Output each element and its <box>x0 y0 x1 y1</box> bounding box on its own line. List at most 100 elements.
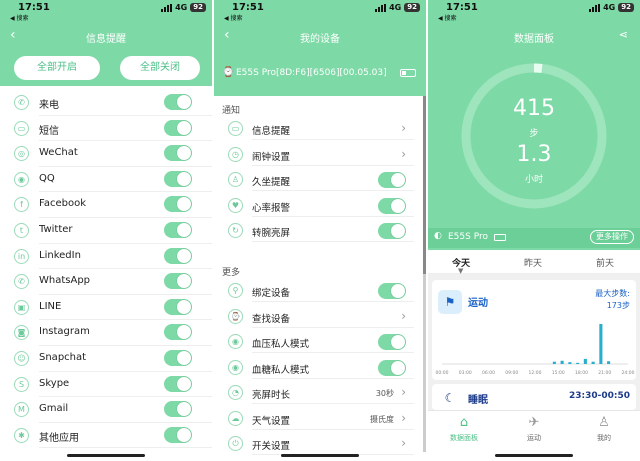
x-tick-label: 00:00 <box>436 370 449 376</box>
x-tick-label: 21:00 <box>598 370 611 376</box>
setting-row[interactable]: ◷ 闹钟设置 › <box>222 144 414 166</box>
setting-row[interactable]: ↻ 转腕亮屏 <box>222 220 414 242</box>
notification-toggle[interactable] <box>164 94 192 110</box>
notification-row[interactable]: ◉ QQ <box>0 167 212 193</box>
notification-toggle[interactable] <box>164 349 192 366</box>
chevron-right-icon: › <box>401 385 406 399</box>
notification-app-label: 其他应用 <box>39 432 79 444</box>
setting-label: 转腕亮屏 <box>252 228 291 239</box>
x-tick-label: 18:00 <box>575 370 588 376</box>
status-back-search[interactable]: ◀ 搜索 <box>224 13 243 22</box>
setting-toggle[interactable] <box>378 359 406 376</box>
watch-icon: ⌚ <box>222 67 235 78</box>
setting-label: 亮屏时长 <box>252 390 291 401</box>
status-back-search[interactable]: ◀ 搜索 <box>438 13 457 22</box>
phone-icon: ✆ <box>14 95 29 110</box>
notification-toggle[interactable] <box>164 375 192 392</box>
weather-icon: ☁ <box>228 410 243 426</box>
notification-toggle[interactable] <box>164 324 192 341</box>
moon-icon: ☾ <box>438 386 462 410</box>
activity-card[interactable]: ⚑ 运动 最大步数: 173步 00:00 03:00 06:00 09:00 12:0… <box>432 280 636 380</box>
panel-divider <box>212 0 214 461</box>
disable-all-button[interactable]: 全部关闭 <box>120 56 200 80</box>
share-icon[interactable]: ⋖ <box>619 28 628 41</box>
row-divider <box>252 301 414 302</box>
setting-toggle[interactable] <box>378 197 406 214</box>
notification-row[interactable]: ☺ Snapchat <box>0 346 212 372</box>
network-label: 4G <box>603 3 616 12</box>
notification-row[interactable]: ◙ Instagram <box>0 320 212 346</box>
section-more-label: 更多 <box>222 268 241 278</box>
notification-toggle[interactable] <box>164 273 192 290</box>
setting-row[interactable]: ⌚ 查找设备 › <box>222 306 414 328</box>
notification-row[interactable]: ✆ WhatsApp <box>0 269 212 295</box>
row-divider <box>252 190 414 191</box>
notification-row[interactable]: ▣ LINE <box>0 295 212 321</box>
setting-label: 天气设置 <box>252 415 291 427</box>
setting-row[interactable]: ◉ 血压私人模式 <box>222 331 414 353</box>
linkedin-icon: in <box>14 248 29 264</box>
notification-row[interactable]: ▭ 短信 <box>0 116 212 142</box>
setting-toggle[interactable] <box>378 223 406 239</box>
setting-row[interactable]: ♙ 久坐提醒 <box>222 169 414 191</box>
setting-row[interactable]: ⏻ 开关设置 › <box>222 433 414 455</box>
notification-toggle[interactable] <box>164 170 192 187</box>
setting-row[interactable]: ◔ 亮屏时长 › 30秒 <box>222 382 414 404</box>
steps-unit: 步 <box>529 129 539 139</box>
enable-all-button[interactable]: 全部开启 <box>14 56 100 80</box>
notification-toggle[interactable] <box>164 221 192 238</box>
notification-row[interactable]: ◎ WeChat <box>0 141 212 167</box>
setting-row[interactable]: ▭ 信息提醒 › <box>222 118 414 140</box>
device-header[interactable]: ⌚ E55S Pro[8D:F6][6506][00.05.03] <box>214 52 426 96</box>
notification-toggle[interactable] <box>164 401 192 418</box>
notification-row[interactable]: ✆ 来电 <box>0 90 212 116</box>
device-name: E55S Pro <box>448 232 488 242</box>
notification-app-list: ✆ 来电 ▭ 短信 ◎ WeChat ◉ QQ f Facebook t Twitter in Linke… <box>0 90 212 449</box>
qq-icon: ◉ <box>14 171 29 187</box>
notification-app-label: Skype <box>39 377 70 389</box>
setting-toggle[interactable] <box>378 334 406 350</box>
status-back-search[interactable]: ◀ 搜索 <box>10 13 29 22</box>
blood-pressure-icon: ◉ <box>228 334 243 349</box>
notification-toggle[interactable] <box>164 119 192 136</box>
wechat-icon: ◎ <box>14 146 29 162</box>
bottom-tab-dashboard[interactable]: ⌂ 数据面板 <box>439 413 489 443</box>
notification-toggle[interactable] <box>164 247 192 264</box>
notification-row[interactable]: in LinkedIn <box>0 244 212 270</box>
setting-toggle[interactable] <box>378 172 406 188</box>
more-actions-button[interactable]: 更多操作 <box>590 230 634 244</box>
bottom-tab-profile[interactable]: ♙ 我的 <box>579 413 629 443</box>
notification-row[interactable]: f Facebook <box>0 192 212 218</box>
notification-row[interactable]: S Skype <box>0 372 212 398</box>
sleep-card[interactable]: ☾ 睡眠 23:30-00:50 <box>432 384 636 410</box>
sleep-range: 23:30-00:50 <box>568 391 630 401</box>
notification-row[interactable]: t Twitter <box>0 218 212 244</box>
progress-ring <box>461 63 607 209</box>
row-divider <box>252 377 414 379</box>
status-bar: 17:51 ◀ 搜索 4G 92 <box>0 0 212 22</box>
setting-label: 绑定设备 <box>252 288 291 299</box>
setting-toggle[interactable] <box>378 283 406 299</box>
battery-badge: 92 <box>190 3 206 12</box>
setting-row[interactable]: ⚲ 绑定设备 <box>222 280 414 302</box>
notification-row[interactable]: ✱ 其他应用 <box>0 423 212 449</box>
tab-day-before[interactable]: 前天 <box>596 256 614 269</box>
activity-title: 运动 <box>468 298 488 309</box>
notification-toggle[interactable] <box>164 196 192 213</box>
notification-toggle[interactable] <box>164 298 192 315</box>
notification-toggle[interactable] <box>164 145 192 162</box>
section-notify-label: 通知 <box>222 106 241 116</box>
alarm-icon: ◷ <box>228 146 243 162</box>
other-apps-icon: ✱ <box>14 427 29 443</box>
screen-time-icon: ◔ <box>228 385 243 400</box>
setting-row[interactable]: ◉ 血糖私人模式 <box>222 357 414 379</box>
notification-toggle[interactable] <box>164 426 192 443</box>
bluetooth-icon: ◐ <box>434 231 442 241</box>
setting-row[interactable]: ♥ 心率报警 <box>222 195 414 217</box>
setting-row[interactable]: ☁ 天气设置 › 摄氏度 <box>222 408 414 430</box>
row-divider <box>252 326 414 328</box>
bottom-tab-run[interactable]: ✈ 运动 <box>509 413 559 443</box>
notification-row[interactable]: M Gmail <box>0 397 212 423</box>
setting-label: 开关设置 <box>252 441 291 452</box>
tab-yesterday[interactable]: 昨天 <box>524 256 542 269</box>
